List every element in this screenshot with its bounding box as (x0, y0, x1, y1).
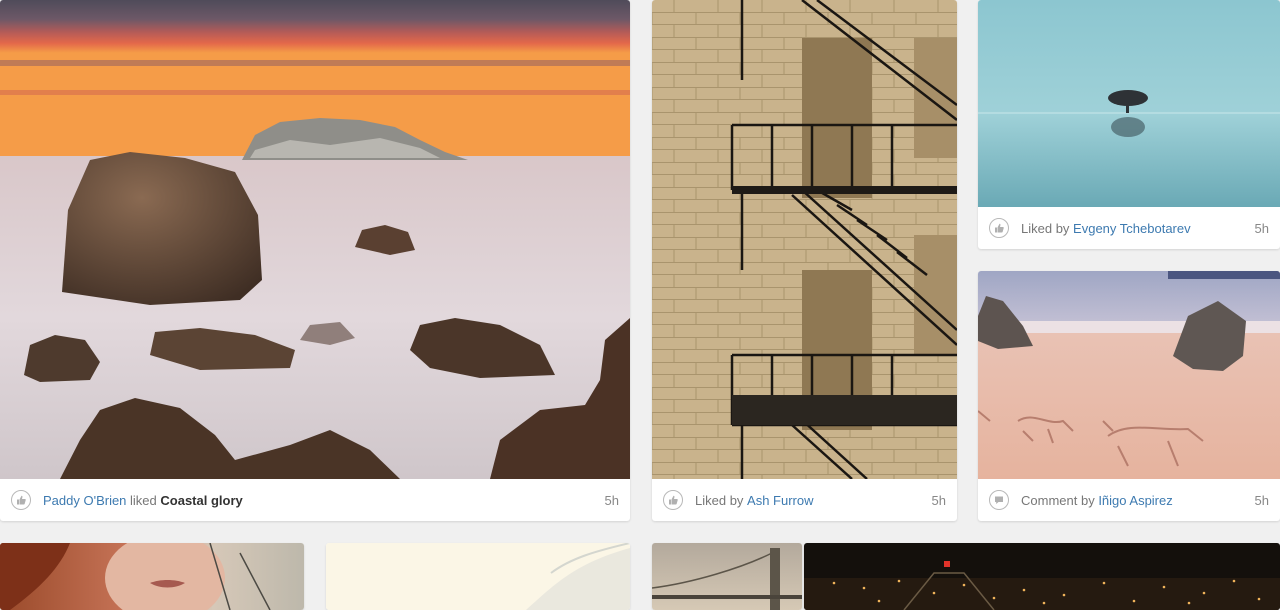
photo-portrait[interactable] (0, 543, 304, 610)
photo-card-fabric (326, 543, 630, 610)
thumbs-up-icon (989, 218, 1009, 238)
activity-bar: Comment by Iñigo Aspirez 5h (978, 479, 1280, 521)
photo-coastal-glory[interactable] (0, 0, 630, 479)
user-link[interactable]: Evgeny Tchebotarev (1073, 221, 1191, 236)
activity-bar: Liked by Ash Furrow 5h (652, 479, 957, 521)
thumbs-up-icon (663, 490, 683, 510)
photo-card-night-city (804, 543, 1280, 610)
activity-prefix: Liked by (1021, 220, 1074, 236)
photo-card-beach: Comment by Iñigo Aspirez 5h (978, 271, 1280, 521)
user-link[interactable]: Iñigo Aspirez (1098, 493, 1172, 508)
activity-time: 5h (931, 492, 946, 508)
comment-icon (989, 490, 1009, 510)
thumbs-up-icon (11, 490, 31, 510)
photo-title-link[interactable]: Coastal glory (160, 493, 242, 508)
activity-bar: Liked by Evgeny Tchebotarev 5h (978, 207, 1280, 249)
photo-card-lone-tree: Liked by Evgeny Tchebotarev 5h (978, 0, 1280, 249)
activity-action-text: liked (126, 492, 161, 508)
photo-lone-tree[interactable] (978, 0, 1280, 207)
user-link[interactable]: Paddy O'Brien (43, 493, 126, 508)
activity-prefix: Liked by (695, 492, 748, 508)
activity-prefix: Comment by (1021, 492, 1099, 508)
activity-time: 5h (1254, 492, 1269, 508)
activity-bar: Paddy O'Brien liked Coastal glory 5h (0, 479, 630, 521)
photo-beach[interactable] (978, 271, 1280, 479)
activity-time: 5h (604, 492, 619, 508)
photo-fabric[interactable] (326, 543, 630, 610)
photo-card-portrait (0, 543, 304, 610)
photo-card-fire-escape: Liked by Ash Furrow 5h (652, 0, 957, 521)
activity-time: 5h (1254, 220, 1269, 236)
photo-card-coastal-glory: Paddy O'Brien liked Coastal glory 5h (0, 0, 630, 521)
photo-bridge[interactable] (652, 543, 802, 610)
user-link[interactable]: Ash Furrow (747, 493, 813, 508)
photo-card-bridge (652, 543, 802, 610)
photo-night-city[interactable] (804, 543, 1280, 610)
photo-fire-escape[interactable] (652, 0, 957, 479)
